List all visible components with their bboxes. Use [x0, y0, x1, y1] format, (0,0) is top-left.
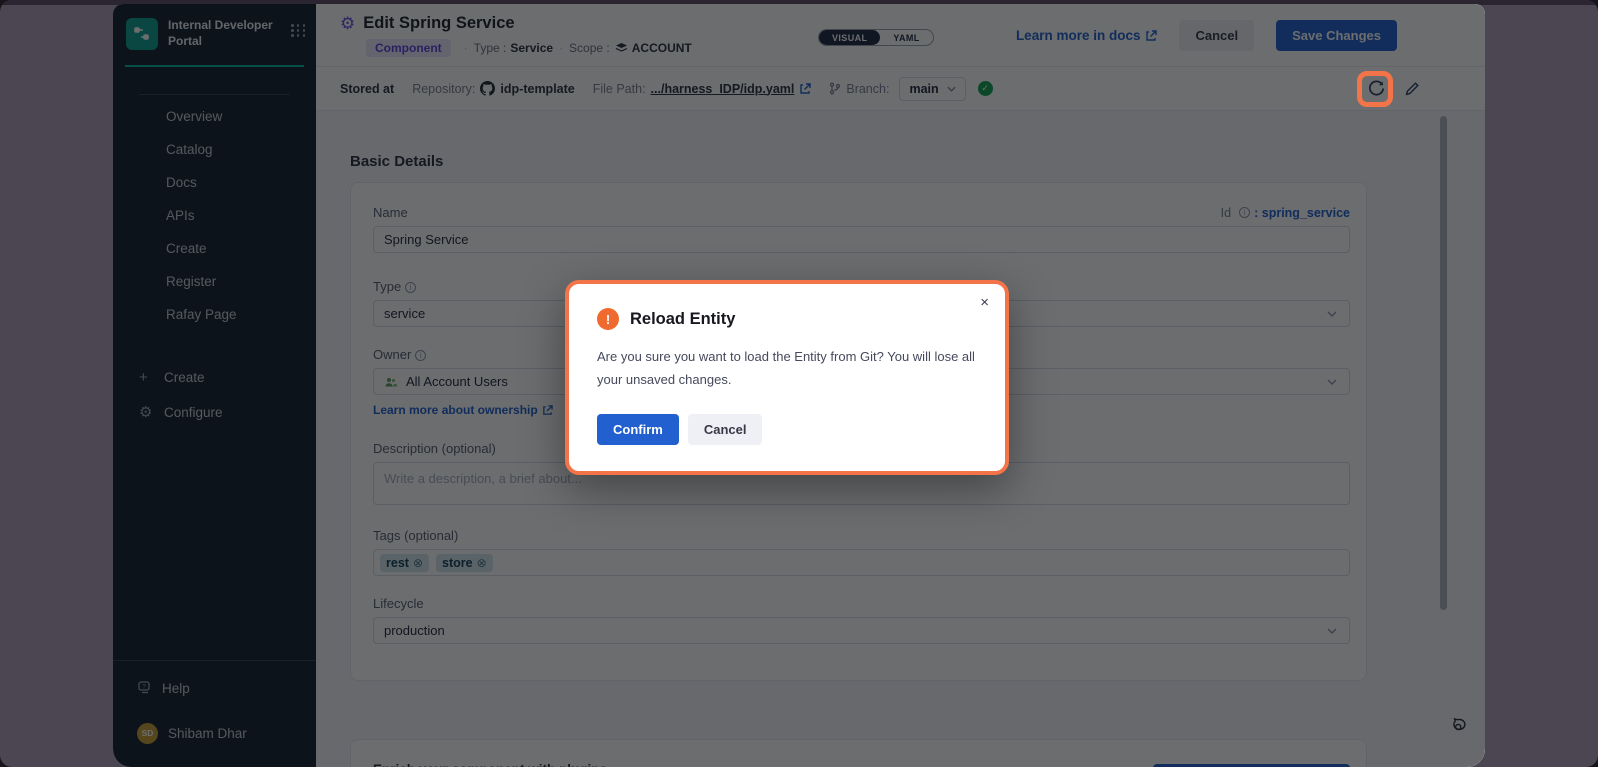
modal-cancel-button[interactable]: Cancel	[688, 414, 763, 445]
warning-icon: !	[597, 308, 619, 330]
reload-button-highlight-ring	[1357, 71, 1393, 107]
modal-body-text: Are you sure you want to load the Entity…	[597, 345, 995, 392]
modal-confirm-button[interactable]: Confirm	[597, 414, 679, 445]
modal-title: Reload Entity	[630, 310, 735, 329]
modal-close-icon[interactable]: ×	[980, 294, 989, 311]
reload-entity-modal: × ! Reload Entity Are you sure you want …	[565, 280, 1009, 475]
screenshot-frame: Internal Developer Portal Overview Catal…	[0, 0, 1598, 767]
